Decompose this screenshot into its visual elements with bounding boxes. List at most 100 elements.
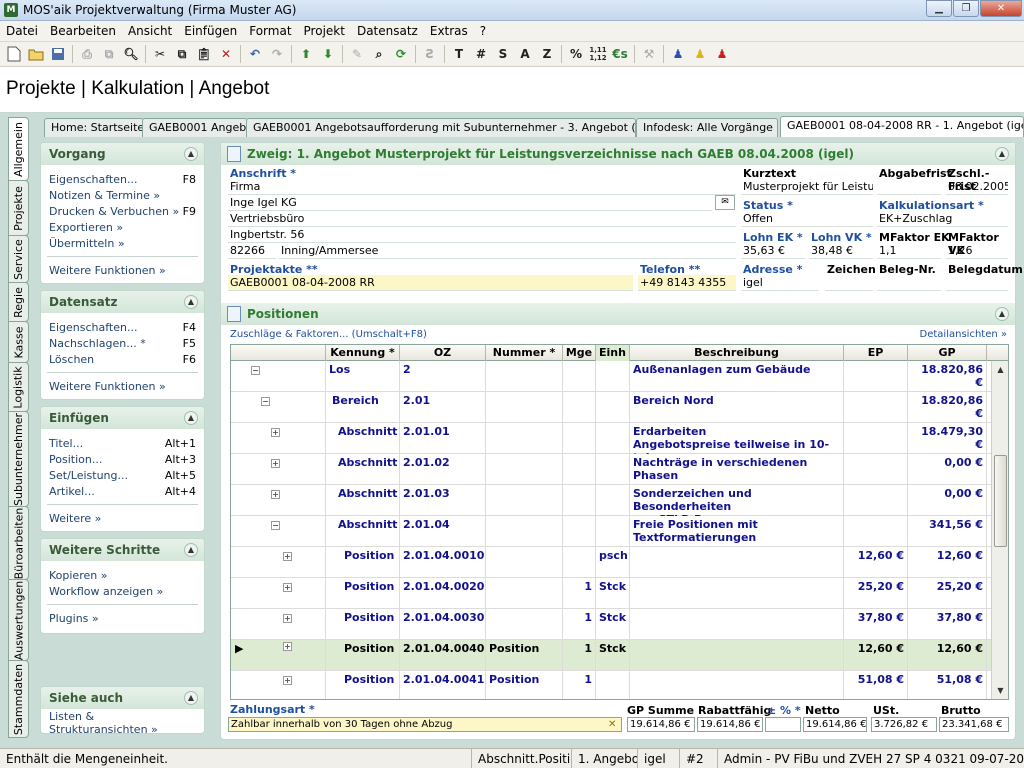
telefon-field[interactable]: +49 8143 4355 xyxy=(638,275,736,291)
tools-icon[interactable]: ⚒ xyxy=(638,43,660,65)
percent-field[interactable] xyxy=(765,717,801,732)
cut-icon[interactable]: ✂ xyxy=(149,43,171,65)
table-row[interactable]: + Position 2.01.04.0020 1 Stck 25,20 € 2… xyxy=(231,578,991,609)
user-red-icon[interactable]: ♟ xyxy=(711,43,733,65)
move-up-icon[interactable]: ⬆ xyxy=(295,43,317,65)
text-t-icon[interactable]: T xyxy=(448,43,470,65)
address-lookup-icon[interactable]: ✉ xyxy=(715,195,735,210)
zschlfrist-field[interactable]: 08.02.2005 xyxy=(946,179,1008,195)
zahlungsart-field[interactable]: Zahlbar innerhalb von 30 Tagen ohne Abzu… xyxy=(228,717,622,732)
kalkulationsart-field[interactable]: EK+Zuschlag xyxy=(877,211,1008,227)
col-oz[interactable]: OZ xyxy=(400,345,486,361)
search-icon[interactable]: 🔍︎ xyxy=(120,43,142,65)
copy-icon[interactable]: ⧉ xyxy=(171,43,193,65)
close-tab-icon[interactable]: ✕ xyxy=(777,121,778,134)
move-down-icon[interactable]: ⬇ xyxy=(317,43,339,65)
col-mge[interactable]: Mge xyxy=(563,345,596,361)
sidebar-item-weitere[interactable]: Weitere » xyxy=(41,510,204,526)
vtab-allgemein[interactable]: Allgemein xyxy=(8,117,29,181)
table-row[interactable]: + Abschnitt 2.01.02 Nachträge in verschi… xyxy=(231,454,991,485)
menu-ansicht[interactable]: Ansicht xyxy=(122,24,178,38)
vtab-subunternehmer[interactable]: Subunternehmer xyxy=(8,411,29,507)
vtab-bueroarbeiten[interactable]: Büroarbeiten xyxy=(8,506,29,580)
vtab-regie[interactable]: Regie xyxy=(8,282,29,322)
numbering-icon[interactable]: 1,11 1,12 xyxy=(587,43,609,65)
vtab-kasse[interactable]: Kasse xyxy=(8,321,29,363)
anschrift-line-2[interactable]: Inge Igel KG xyxy=(228,195,712,211)
mfaktor-vk-field[interactable]: 1,26 xyxy=(946,243,1008,259)
col-ep[interactable]: EP xyxy=(844,345,908,361)
belegnr-field[interactable] xyxy=(877,275,941,291)
hash-icon[interactable]: # xyxy=(470,43,492,65)
collapse-icon[interactable]: ▲ xyxy=(184,295,198,309)
clear-field-icon[interactable]: ✕ xyxy=(608,719,616,730)
panel-title[interactable]: Einfügen ▲ xyxy=(41,407,204,429)
doctab-home[interactable]: Home: Startseite xyxy=(44,118,144,137)
maximize-button[interactable]: ❐ xyxy=(953,0,979,17)
save-icon[interactable] xyxy=(47,43,69,65)
belegdatum-field[interactable] xyxy=(946,275,1008,291)
expand-tree-icon[interactable]: + xyxy=(283,614,292,623)
adresse-field[interactable]: igel xyxy=(741,275,819,291)
vtab-stammdaten[interactable]: Stammdaten xyxy=(8,660,29,738)
col-einh[interactable]: Einh xyxy=(596,345,630,361)
percent-icon[interactable]: % xyxy=(565,43,587,65)
minimize-button[interactable]: ▁ xyxy=(926,0,952,17)
anschrift-line-1[interactable]: Firma xyxy=(228,179,736,195)
find-icon[interactable]: ⌕ xyxy=(368,43,390,65)
table-row-selected[interactable]: ▶ + Position 2.01.04.0040 Position 1 Stck… xyxy=(231,640,991,671)
delete-icon[interactable]: ✕ xyxy=(215,43,237,65)
collapse-icon[interactable]: ▲ xyxy=(184,411,198,425)
collapse-icon[interactable]: ▲ xyxy=(184,543,198,557)
col-nummer[interactable]: Nummer * xyxy=(486,345,563,361)
menu-bearbeiten[interactable]: Bearbeiten xyxy=(44,24,122,38)
text-a-icon[interactable]: A xyxy=(514,43,536,65)
panel-title[interactable]: Weitere Schritte ▲ xyxy=(41,539,204,561)
table-row[interactable]: − Bereich 2.01 Bereich Nord 18.820,86 € xyxy=(231,392,991,423)
table-row[interactable]: + Position 2.01.04.0010 psch 12,60 € 12,… xyxy=(231,547,991,578)
sidebar-item-eigenschaften[interactable]: Eigenschaften... F8 xyxy=(41,171,204,187)
panel-title[interactable]: Siehe auch ▲ xyxy=(41,687,204,709)
zeichen-field[interactable] xyxy=(825,275,873,291)
detailansichten-link[interactable]: Detailansichten » xyxy=(920,329,1007,340)
preview-icon[interactable]: ⧉ xyxy=(98,43,120,65)
sidebar-item-listen[interactable]: Listen & Strukturansichten » xyxy=(41,710,204,736)
vtab-projekte[interactable]: Projekte xyxy=(8,180,29,236)
new-document-icon[interactable] xyxy=(3,43,25,65)
collapse-tree-icon[interactable]: − xyxy=(261,397,270,406)
collapse-icon[interactable]: ▲ xyxy=(184,691,198,705)
expand-tree-icon[interactable]: + xyxy=(283,583,292,592)
collapse-icon[interactable]: ▲ xyxy=(995,147,1009,161)
undo-icon[interactable]: ↶ xyxy=(244,43,266,65)
panel-title[interactable]: Vorgang ▲ xyxy=(41,143,204,165)
sidebar-item-eigenschaften[interactable]: Eigenschaften... F4 xyxy=(41,319,204,335)
sidebar-item-titel[interactable]: Titel... Alt+1 xyxy=(41,435,204,451)
vtab-auswertungen[interactable]: Auswertungen xyxy=(8,579,29,661)
abgabefrist-field[interactable] xyxy=(877,179,941,195)
sidebar-item-kopieren[interactable]: Kopieren » xyxy=(41,567,204,583)
edit-icon[interactable]: ✎ xyxy=(346,43,368,65)
sidebar-item-notizen[interactable]: Notizen & Termine » xyxy=(41,187,204,203)
sidebar-item-weitere-funktionen[interactable]: Weitere Funktionen » xyxy=(41,262,204,278)
table-row[interactable]: + Abschnitt 2.01.03 Sonderzeichen und Be… xyxy=(231,485,991,516)
scroll-thumb[interactable] xyxy=(994,455,1007,547)
table-row[interactable]: + Abschnitt 2.01.01 Erdarbeiten Angebots… xyxy=(231,423,991,454)
open-folder-icon[interactable] xyxy=(25,43,47,65)
menu-einfuegen[interactable]: Einfügen xyxy=(178,24,243,38)
col-kennung[interactable]: Kennung * xyxy=(326,345,400,361)
table-row[interactable]: − Los 2 Außenanlagen zum Gebäude 18.820,… xyxy=(231,361,991,392)
expand-tree-icon[interactable]: + xyxy=(283,676,292,685)
doctab-gaeb-subunternehmer[interactable]: GAEB0001 Angebotsaufforderung mit Subunt… xyxy=(246,118,636,137)
ort-field[interactable]: Inning/Ammersee xyxy=(279,243,736,259)
status-field[interactable]: Offen xyxy=(741,211,873,227)
kurztext-field[interactable]: Musterprojekt für Leistung xyxy=(741,179,873,195)
sidebar-item-position[interactable]: Position... Alt+3 xyxy=(41,451,204,467)
collapse-icon[interactable]: ▲ xyxy=(184,147,198,161)
zuschlaege-link[interactable]: Zuschläge & Faktoren... (Umschalt+F8) xyxy=(230,329,427,340)
expand-tree-icon[interactable]: + xyxy=(283,552,292,561)
table-row[interactable]: − Abschnitt 2.01.04 Freie Positionen mit… xyxy=(231,516,991,547)
redo-icon[interactable]: ↷ xyxy=(266,43,288,65)
sidebar-item-loeschen[interactable]: Löschen F6 xyxy=(41,351,204,367)
sidebar-item-uebermitteln[interactable]: Übermitteln » xyxy=(41,235,204,251)
expand-tree-icon[interactable]: + xyxy=(271,490,280,499)
